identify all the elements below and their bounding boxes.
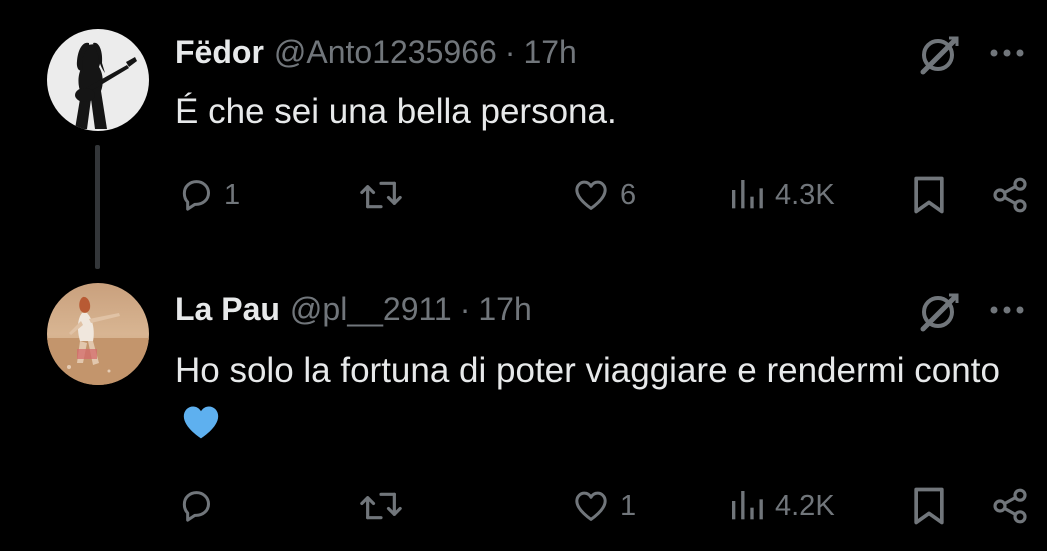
share-button[interactable] [990, 481, 1030, 531]
views-icon [732, 180, 763, 209]
like-button[interactable]: 1 [570, 481, 636, 531]
reply-icon [182, 180, 210, 211]
share-button[interactable] [990, 170, 1030, 220]
bookmark-button[interactable] [910, 170, 948, 220]
tweet-header: La Pau @pl__2911 · 17h [175, 287, 532, 331]
separator-dot: · [504, 33, 516, 70]
avatar-image [47, 283, 149, 385]
like-icon [575, 491, 607, 521]
tweet-text: É che sei una bella persona. [175, 86, 1025, 138]
user-handle[interactable]: @pl__2911 [290, 291, 452, 328]
bookmark-button[interactable] [910, 481, 948, 531]
avatar-la-pau[interactable] [47, 283, 149, 385]
retweet-button[interactable] [357, 481, 413, 531]
view-count: 4.2K [775, 489, 835, 522]
share-icon [993, 488, 1027, 524]
reply-button[interactable] [176, 481, 224, 531]
display-name[interactable]: Fëdor [175, 34, 264, 71]
avatar-image [47, 29, 149, 131]
like-icon [575, 180, 607, 210]
tweet-1[interactable]: Fëdor @Anto1235966 · 17h É che sei una b… [0, 0, 1047, 275]
reply-icon [182, 491, 210, 522]
tweet-2[interactable]: La Pau @pl__2911 · 17h Ho solo la fortun… [0, 275, 1047, 551]
grok-icon[interactable] [915, 32, 961, 78]
retweet-icon [360, 181, 402, 209]
views-button[interactable]: 4.3K [727, 170, 835, 220]
tweet-text-content: É che sei una bella persona. [175, 92, 617, 131]
action-bar: 1 6 4.3K [0, 170, 1047, 220]
user-handle[interactable]: @Anto1235966 [274, 34, 497, 71]
views-icon [732, 491, 763, 520]
timestamp[interactable]: 17h [523, 34, 576, 71]
grok-icon[interactable] [915, 289, 961, 335]
bookmark-icon [914, 487, 944, 525]
separator-dot: · [459, 290, 471, 327]
bookmark-icon [914, 176, 944, 214]
tweet-header: Fëdor @Anto1235966 · 17h [175, 30, 577, 74]
more-icon[interactable] [987, 33, 1027, 73]
tweet-text: Ho solo la fortuna di poter viaggiare e … [175, 345, 1025, 455]
like-button[interactable]: 6 [570, 170, 636, 220]
more-icon[interactable] [987, 290, 1027, 330]
blue-heart-emoji [181, 403, 221, 455]
like-count: 1 [620, 489, 637, 522]
view-count: 4.3K [775, 178, 835, 211]
retweet-icon [360, 492, 402, 520]
action-bar: 1 4.2K [0, 481, 1047, 531]
reply-button[interactable]: 1 [176, 170, 240, 220]
reply-count: 1 [224, 178, 241, 211]
retweet-button[interactable] [357, 170, 413, 220]
avatar-fedor[interactable] [47, 29, 149, 131]
like-count: 6 [620, 178, 637, 211]
display-name[interactable]: La Pau [175, 291, 280, 328]
views-button[interactable]: 4.2K [727, 481, 835, 531]
share-icon [993, 177, 1027, 213]
tweet-text-content: Ho solo la fortuna di poter viaggiare e … [175, 351, 1000, 390]
timestamp[interactable]: 17h [478, 291, 531, 328]
